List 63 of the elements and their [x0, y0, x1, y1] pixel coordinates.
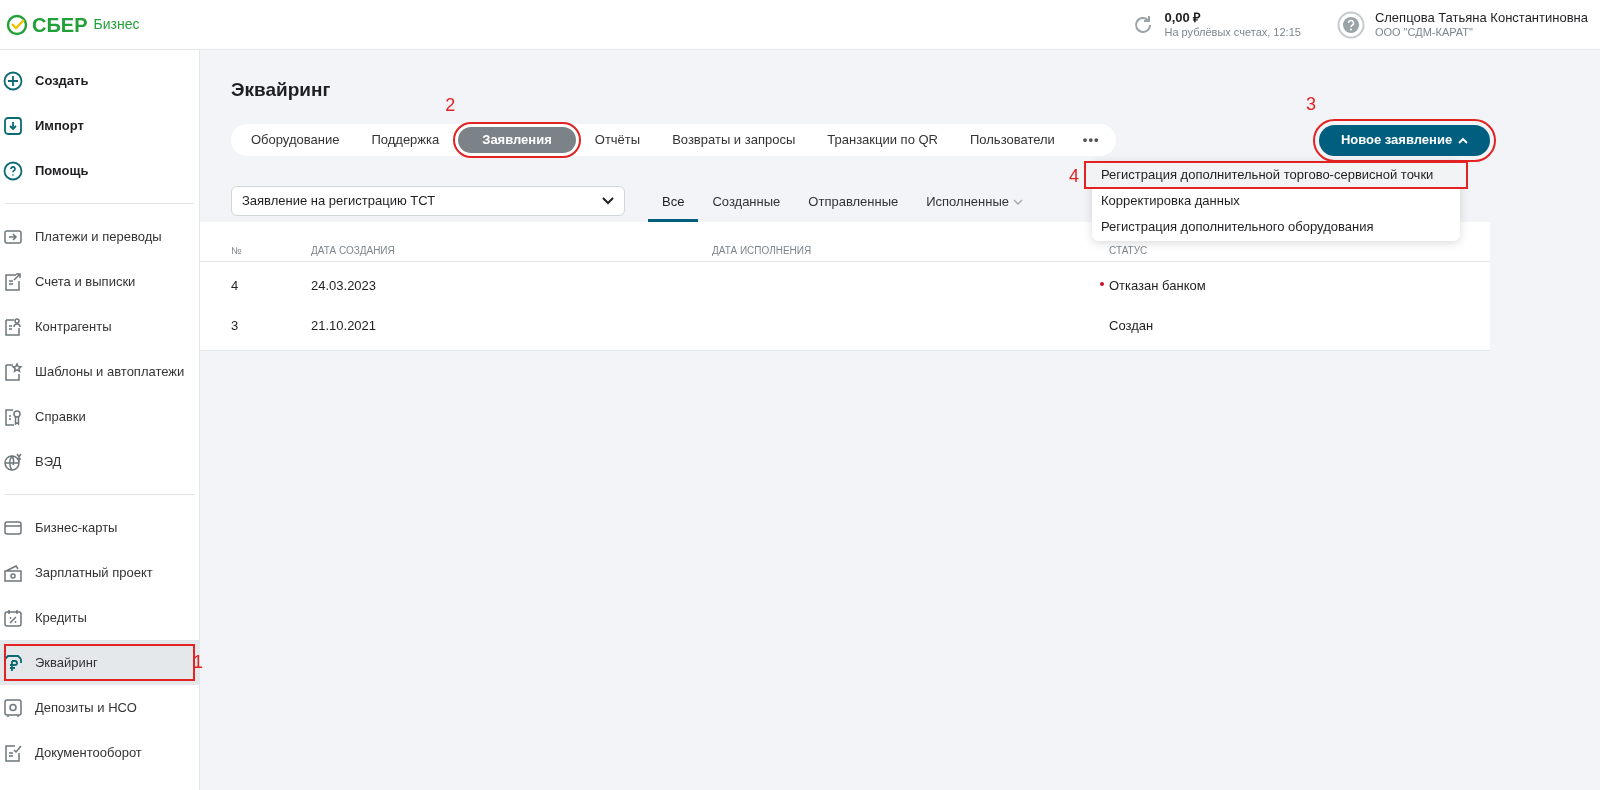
- logo-subtitle: Бизнес: [93, 15, 140, 34]
- menu-item[interactable]: Регистрация дополнительного оборудования: [1092, 214, 1460, 240]
- calendar-percent-icon: [3, 607, 23, 628]
- tab[interactable]: Оборудование: [238, 127, 353, 153]
- user-name[interactable]: Слепцова Татьяна Константиновна: [1374, 9, 1588, 26]
- sidebar-item[interactable]: Зарплатный проект: [0, 550, 199, 595]
- table-cell-text: 4: [231, 277, 239, 296]
- column-header: ДАТА СОЗДАНИЯ: [311, 244, 395, 258]
- filter-tab[interactable]: Созданные: [698, 184, 795, 222]
- tab[interactable]: Пользователи: [957, 127, 1068, 153]
- document-seal-icon: [3, 406, 23, 427]
- document-check-icon: [3, 742, 23, 763]
- sidebar-item[interactable]: Контрагенты: [0, 304, 199, 349]
- sidebar-item[interactable]: Бизнес-карты: [0, 505, 199, 550]
- menu-item[interactable]: Корректировка данных: [1092, 188, 1460, 214]
- table-cell-text: 21.10.2021: [311, 317, 377, 336]
- sidebar-item[interactable]: Счета и выписки: [0, 259, 199, 304]
- logo-icon: [6, 13, 28, 36]
- balance-note: На рублёвых счетах, 12:15: [1164, 25, 1301, 40]
- safe-icon: [3, 697, 23, 718]
- table-cell: Отказан банком: [1109, 278, 1206, 294]
- sidebar-item[interactable]: Шаблоны и автоплатежи: [0, 349, 199, 394]
- plus-icon: [3, 70, 23, 91]
- tab[interactable]: Возвраты и запросы: [659, 127, 809, 153]
- sidebar-item[interactable]: Депозиты и НСО: [0, 685, 199, 730]
- annotation-number: 4: [1069, 167, 1079, 185]
- balance-amount: 0,00 ₽: [1164, 9, 1203, 26]
- sidebar-item[interactable]: Кредиты: [0, 595, 199, 640]
- document-arrow-icon: [3, 271, 23, 292]
- menu-item[interactable]: Регистрация дополнительной торгово-сервисной точки: [1085, 162, 1467, 188]
- column-header: №: [231, 244, 242, 258]
- globe-icon: [3, 451, 23, 472]
- help-icon: [3, 160, 23, 181]
- tab[interactable]: Поддержка: [358, 127, 453, 153]
- table-cell-text: 3: [231, 317, 239, 336]
- filter-tab[interactable]: Отправленные: [794, 184, 913, 222]
- annotation-number: 3: [1306, 94, 1316, 113]
- table-cell-text: 24.03.2023: [311, 277, 377, 296]
- sidebar-item[interactable]: Платежи и переводы: [0, 214, 199, 259]
- sidebar-action[interactable]: Импорт: [0, 103, 199, 148]
- page-title: Эквайринг: [231, 78, 331, 102]
- chevron-down-icon: [602, 197, 614, 205]
- table-cell: Создан: [1109, 318, 1154, 334]
- document-person-icon: [3, 316, 23, 337]
- annotation-number: 2: [445, 96, 456, 114]
- user-avatar-icon[interactable]: [1336, 10, 1365, 39]
- wallet-icon: [3, 562, 23, 583]
- sidebar-action[interactable]: Создать: [0, 58, 199, 103]
- import-icon: [3, 115, 23, 136]
- sidebar-action[interactable]: Помощь: [0, 148, 199, 193]
- company-name: ООО "СДМ-КАРАТ": [1374, 25, 1474, 40]
- sidebar-item[interactable]: Справки: [0, 394, 199, 439]
- filter-tab[interactable]: Исполненные: [912, 184, 1037, 222]
- column-header: ДАТА ИСПОЛНЕНИЯ: [712, 244, 812, 258]
- document-star-icon: [3, 361, 23, 382]
- sidebar-item[interactable]: Документооборот: [0, 730, 199, 775]
- terminal-ruble-icon: [3, 652, 23, 673]
- logo-text: СБЕР: [32, 12, 88, 38]
- application-type-select[interactable]: Заявление на регистрацию ТСТ: [231, 186, 625, 216]
- tab[interactable]: Отчёты: [581, 127, 654, 153]
- more-tabs-button[interactable]: •••: [1070, 130, 1112, 150]
- tab[interactable]: Транзакции по QR: [814, 127, 951, 153]
- sidebar-item[interactable]: ВЭД: [0, 439, 199, 484]
